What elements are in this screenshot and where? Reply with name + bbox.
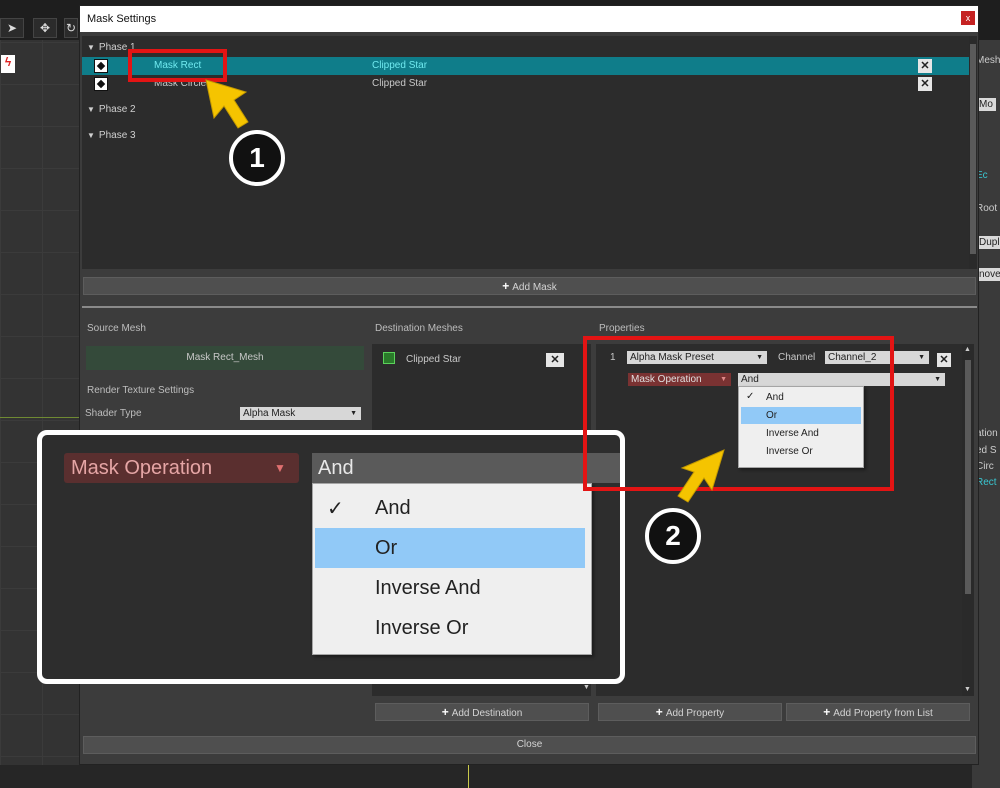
plus-icon: + — [655, 705, 663, 719]
scroll-down-icon[interactable]: ▼ — [583, 684, 590, 691]
remove-property-icon[interactable]: ✕ — [937, 353, 951, 367]
right-panel-text: Rect — [976, 477, 997, 488]
plus-icon: + — [823, 705, 831, 719]
scroll-down-icon[interactable]: ▼ — [964, 686, 971, 693]
right-panel-text: Mesh — [976, 55, 1000, 66]
destination-name: Clipped Star — [406, 354, 462, 365]
zoom-operation-menu: ✓ And Or Inverse And Inverse Or — [312, 483, 592, 655]
phase-scrollbar[interactable] — [969, 36, 977, 269]
button-label: Add Property from List — [833, 708, 933, 719]
add-destination-button[interactable]: + Add Destination — [375, 703, 589, 721]
right-panel-text: ed S — [976, 445, 997, 456]
close-button[interactable]: Close — [83, 736, 976, 754]
menu-item-label: Or — [375, 537, 398, 559]
button-label: Add Destination — [451, 708, 523, 719]
property-scrollbar[interactable]: ▲ ▼ — [962, 344, 974, 696]
phase-header-3[interactable]: ▼ Phase 3 — [87, 130, 136, 141]
timeline-strip — [0, 765, 1000, 788]
callout-arrow-2-icon — [677, 449, 725, 503]
timeline-cursor — [468, 765, 469, 788]
properties-header: Properties — [599, 323, 645, 334]
warning-icon: ϟ — [1, 55, 15, 73]
zoom-menu-item-inverse-and[interactable]: Inverse And — [315, 568, 587, 608]
scroll-up-icon[interactable]: ▲ — [964, 346, 971, 353]
mesh-icon — [383, 352, 395, 364]
scroll-thumb[interactable] — [970, 44, 976, 254]
callout-arrow-1-icon — [205, 79, 249, 129]
add-property-from-list-button[interactable]: + Add Property from List — [786, 703, 970, 721]
button-label: Add Property — [665, 708, 725, 719]
render-texture-settings-label: Render Texture Settings — [87, 385, 195, 396]
add-mask-button[interactable]: + Add Mask — [83, 277, 976, 295]
remove-destination-icon[interactable]: ✕ — [546, 353, 564, 367]
divider — [82, 306, 977, 308]
source-mesh-field[interactable]: Mask Rect_Mesh — [86, 346, 364, 370]
destination-item[interactable]: Clipped Star — [372, 344, 572, 368]
zoom-menu-item-or[interactable]: Or — [315, 528, 585, 568]
chevron-down-icon: ▼ — [918, 354, 925, 361]
phase-header-2[interactable]: ▼ Phase 2 — [87, 104, 136, 115]
mask-target: Clipped Star — [372, 78, 428, 89]
expand-triangle-icon: ▼ — [87, 43, 95, 52]
zoom-operation-label-text: Mask Operation — [71, 457, 213, 479]
button-label: Add Mask — [512, 282, 557, 293]
plus-icon: + — [441, 705, 449, 719]
axis-line — [0, 417, 80, 418]
right-panel-text: ation — [976, 428, 998, 439]
chevron-down-icon: ▼ — [934, 376, 941, 383]
chevron-down-icon: ▼ — [274, 461, 286, 475]
shader-type-label: Shader Type — [85, 408, 142, 419]
destination-meshes-header: Destination Meshes — [375, 323, 463, 334]
callout-number-2: 2 — [645, 508, 701, 564]
remove-mask-icon[interactable]: ✕ — [918, 59, 932, 73]
zoom-menu-item-and[interactable]: ✓ And — [315, 488, 587, 528]
dialog-title: Mask Settings — [80, 6, 978, 32]
expand-triangle-icon: ▼ — [87, 131, 95, 140]
add-property-button[interactable]: + Add Property — [598, 703, 782, 721]
source-mesh-header: Source Mesh — [87, 323, 146, 334]
dialog-close-icon[interactable]: x — [961, 11, 975, 25]
select-value: And — [318, 457, 354, 479]
phase-label: Phase 2 — [98, 104, 136, 115]
zoom-inset: Mask Operation ▼ And ✓ And Or Inverse An… — [37, 430, 625, 684]
scroll-thumb[interactable] — [965, 360, 971, 594]
zoom-operation-select[interactable]: And — [312, 453, 620, 483]
chevron-down-icon: ▼ — [350, 410, 357, 417]
menu-item-label: And — [375, 497, 411, 519]
shader-type-select[interactable]: Alpha Mask ▼ — [240, 407, 361, 420]
checkmark-icon: ✓ — [327, 498, 344, 520]
menu-item-label: Inverse Or — [375, 617, 469, 639]
right-panel-text[interactable]: nove — [976, 268, 1000, 281]
mask-diamond-icon[interactable] — [94, 77, 108, 91]
mask-target: Clipped Star — [372, 60, 428, 71]
zoom-operation-label: Mask Operation ▼ — [64, 453, 299, 483]
rotate-tool-icon[interactable]: ↻ — [64, 18, 78, 38]
expand-triangle-icon: ▼ — [87, 105, 95, 114]
plus-icon: + — [502, 279, 510, 293]
right-panel-text: Root — [976, 203, 998, 214]
remove-mask-icon[interactable]: ✕ — [918, 77, 932, 91]
select-tool-icon[interactable]: ➤ — [0, 18, 24, 38]
callout-number-1: 1 — [229, 130, 285, 186]
move-tool-icon[interactable]: ✥ — [33, 18, 57, 38]
select-value: Alpha Mask — [243, 408, 296, 419]
callout-box-2 — [583, 336, 894, 491]
right-panel-text[interactable]: Duplic — [976, 236, 1000, 249]
menu-item-label: Inverse And — [375, 577, 481, 599]
phase-label: Phase 3 — [98, 130, 136, 141]
zoom-menu-item-inverse-or[interactable]: Inverse Or — [315, 608, 587, 648]
mask-diamond-icon[interactable] — [94, 59, 108, 73]
